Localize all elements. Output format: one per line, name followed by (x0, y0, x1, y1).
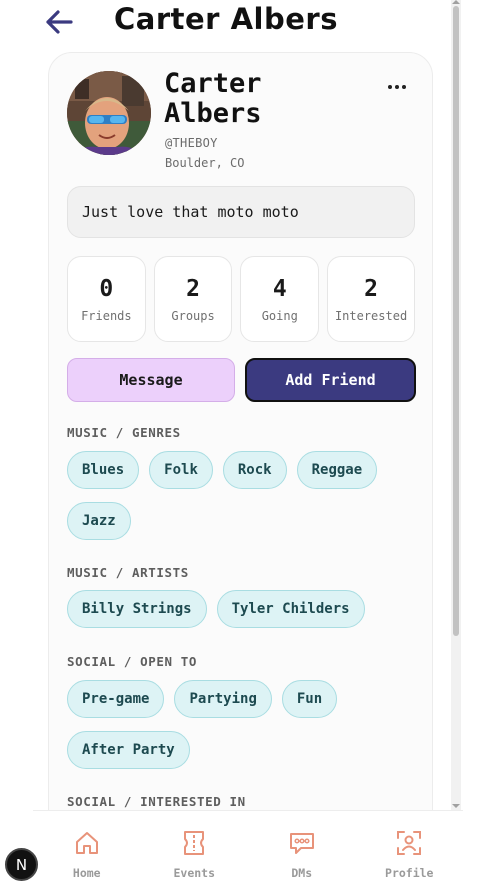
dot (388, 85, 392, 89)
bottom-nav: Home Events DMs Profile (33, 810, 463, 892)
section-label-interested-in: SOCIAL / INTERESTED IN (67, 794, 246, 809)
nav-label: DMs (291, 866, 313, 880)
chip-genre[interactable]: Reggae (296, 451, 378, 489)
nav-label: Home (72, 866, 101, 880)
action-buttons: Message Add Friend (67, 358, 416, 402)
page-title: Carter Albers (114, 2, 338, 36)
chips-open-to: Pre-game Partying Fun After Party (67, 680, 417, 769)
chips-genres: Blues Folk Rock Reggae Jazz (67, 451, 417, 540)
dev-tools-badge[interactable]: N (5, 848, 38, 881)
nav-label: Profile (385, 866, 434, 880)
stat-label: Groups (171, 309, 215, 323)
profile-bio: Just love that moto moto (67, 186, 415, 238)
page-header: Carter Albers (0, 0, 450, 46)
section-label-open-to: SOCIAL / OPEN TO (67, 654, 198, 669)
nav-item-home[interactable]: Home (33, 811, 141, 892)
chip-open-to[interactable]: After Party (67, 731, 190, 769)
chip-genre[interactable]: Rock (222, 451, 287, 489)
stat-label: Interested (334, 309, 408, 323)
stat-label: Friends (81, 309, 132, 323)
section-label-genres: MUSIC / GENRES (67, 425, 181, 440)
chip-genre[interactable]: Jazz (67, 502, 131, 540)
back-button[interactable] (44, 8, 74, 36)
chip-open-to[interactable]: Pre-game (67, 680, 165, 718)
chip-open-to[interactable]: Fun (281, 680, 338, 718)
stat-value: 2 (186, 276, 200, 302)
stat-going[interactable]: 4 Going (240, 256, 320, 342)
add-friend-button[interactable]: Add Friend (245, 358, 416, 402)
chip-open-to[interactable]: Partying (174, 680, 272, 718)
stat-value: 0 (99, 276, 114, 302)
nav-item-dms[interactable]: DMs (248, 811, 356, 892)
stat-value: 2 (364, 276, 378, 302)
stat-interested[interactable]: 2 Interested (327, 256, 416, 342)
home-icon (73, 829, 101, 857)
scroll-down-arrow[interactable] (452, 804, 460, 808)
message-button[interactable]: Message (67, 358, 235, 402)
chat-bubble-icon (288, 829, 316, 857)
nav-item-events[interactable]: Events (141, 811, 249, 892)
avatar (67, 71, 151, 155)
chips-artists: Billy Strings Tyler Childers (67, 590, 417, 628)
stat-friends[interactable]: 0 Friends (67, 256, 146, 342)
stats-row: 0 Friends 2 Groups 4 Going 2 Interested (67, 256, 416, 342)
scroll-up-arrow[interactable] (452, 0, 460, 4)
nav-item-profile[interactable]: Profile (356, 811, 464, 892)
section-label-artists: MUSIC / ARTISTS (67, 565, 189, 580)
profile-card: Carter Albers @THEBOY Boulder, CO Just l… (48, 52, 433, 852)
ticket-icon (180, 829, 208, 857)
more-options-button[interactable] (384, 77, 410, 97)
chip-artist[interactable]: Billy Strings (67, 590, 207, 628)
arrow-left-icon (46, 10, 73, 34)
stat-value: 4 (272, 276, 287, 302)
avatar-photo (67, 71, 151, 155)
profile-handle: @THEBOY (165, 136, 218, 150)
stat-groups[interactable]: 2 Groups (153, 256, 233, 342)
nav-label: Events (173, 866, 216, 880)
scrollbar-thumb[interactable] (453, 6, 459, 636)
chip-genre[interactable]: Blues (67, 451, 140, 489)
stat-label: Going (261, 309, 298, 323)
profile-scan-icon (395, 829, 423, 857)
dot (395, 85, 399, 89)
chip-artist[interactable]: Tyler Childers (216, 590, 365, 628)
dot (402, 85, 406, 89)
profile-name: Carter Albers (164, 68, 262, 129)
profile-location: Boulder, CO (165, 156, 245, 170)
chip-genre[interactable]: Folk (149, 451, 213, 489)
